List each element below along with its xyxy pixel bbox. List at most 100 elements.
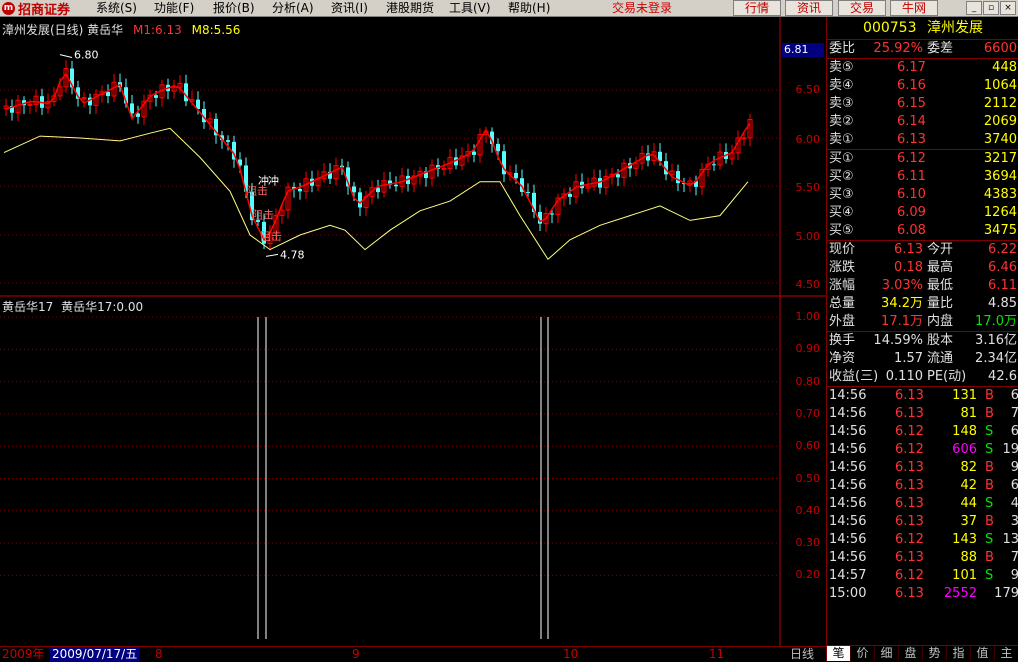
tick-time: 14:56	[829, 424, 867, 439]
candle-body	[676, 171, 680, 184]
tick-row: 14:56 6.13 88 B 7	[827, 549, 1018, 567]
weibi-value: 25.92%	[873, 41, 923, 56]
panel-tab-3[interactable]: 盘	[899, 646, 923, 661]
minimize-icon[interactable]: _	[966, 1, 982, 15]
tick-volume: 88	[960, 550, 977, 565]
bid-price: 6.10	[897, 187, 926, 202]
ma1-line	[5, 72, 751, 242]
tick-side: S	[985, 442, 994, 457]
menu-item-0[interactable]: 系统(S)	[96, 0, 137, 16]
toolbar-news-button[interactable]: 资讯	[785, 0, 833, 16]
tick-count: 7	[1010, 406, 1018, 421]
stat-value: 17.1万	[881, 314, 923, 329]
panel-tabs: 笔价细盘势指值主	[827, 645, 1018, 661]
toolbar-quote-button[interactable]: 行情	[733, 0, 781, 16]
tick-time: 14:56	[829, 460, 867, 475]
ask-price: 6.15	[897, 96, 926, 111]
fund-value-2: 2.34亿	[975, 351, 1017, 366]
fundamental-stats: 换手 14.59% 股本 3.16亿 净资 1.57 流通 2.34亿 收益(三) 0.110 PE…	[827, 332, 1018, 387]
stat-label-2: 内盘	[927, 314, 954, 329]
weibi-label: 委比	[829, 41, 856, 56]
candle-body	[358, 192, 362, 208]
main-ytick: 6.50	[795, 83, 821, 96]
chart-canvas[interactable]: 6.804.78冲 冲阻击阻击阻击	[0, 17, 826, 646]
menu-item-7[interactable]: 帮助(H)	[508, 0, 550, 16]
bid-row: 买④ 6.09 1264	[827, 204, 1018, 222]
chart-title: 漳州发展(日线) 黄岳华	[2, 23, 124, 37]
stock-name: 漳州发展	[926, 20, 983, 36]
candle-body	[106, 91, 110, 97]
date-axis-bar[interactable]: 2009年 2009/07/17/五 8 9 10 11 日线	[0, 646, 826, 662]
tick-side: B	[985, 478, 994, 493]
signal-annotation: 阻击	[260, 230, 282, 243]
tick-price: 6.13	[895, 388, 924, 403]
menu-item-5[interactable]: 港股期货	[386, 0, 434, 16]
ask-level-label: 卖③	[829, 96, 854, 111]
tick-count: 6	[1010, 388, 1018, 403]
stat-value-2: 6.46	[988, 260, 1017, 275]
low-price-label: 4.78	[280, 248, 305, 261]
candle-body	[741, 137, 747, 140]
fund-label-2: 股本	[927, 333, 954, 348]
bid-row: 买⑤ 6.08 3475	[827, 222, 1018, 240]
restore-icon[interactable]: ▫	[983, 1, 999, 15]
tick-side: S	[985, 532, 994, 547]
fund-label-2: 流通	[927, 351, 954, 366]
ask-volume: 1064	[983, 78, 1017, 93]
ask-level-label: 卖⑤	[829, 60, 854, 75]
menu-item-4[interactable]: 资讯(I)	[331, 0, 368, 16]
brand-name: 招商证券	[18, 2, 71, 18]
tick-side: B	[985, 388, 994, 403]
tick-count: 6	[1010, 478, 1018, 493]
tick-side: S	[985, 424, 994, 439]
tick-row: 14:56 6.12 143 S 13	[827, 531, 1018, 549]
panel-tab-6[interactable]: 值	[971, 646, 995, 661]
tick-list[interactable]: 14:56 6.13 131 B 6 14:56 6.13 81 B 7 14:56 6.12 148 S…	[827, 387, 1018, 603]
panel-tab-7[interactable]: 主	[995, 646, 1018, 661]
menu-item-1[interactable]: 功能(F)	[154, 0, 194, 16]
candle-body	[184, 83, 188, 102]
tick-time: 14:56	[829, 514, 867, 529]
axis-month-9: 9	[352, 647, 360, 661]
panel-tab-2[interactable]: 细	[875, 646, 899, 661]
kline-chart-area[interactable]: 6.80 4.78 冲冲阻击 阻击 阻击 漳州发展(日线) 黄岳华 M1:6.13 M8…	[0, 17, 826, 646]
weicha-value: 6600	[983, 41, 1017, 56]
tick-count: 7	[1010, 550, 1018, 565]
stat-value: 6.13	[894, 242, 923, 257]
candle-body	[352, 186, 356, 193]
tick-count: 6	[1010, 424, 1018, 439]
tick-volume: 148	[952, 424, 977, 439]
price-stats: 现价 6.13 今开 6.22 涨跌 0.18 最高 6.46 涨幅 3.03% 最低 6.11 总量 3…	[827, 241, 1018, 332]
panel-tab-1[interactable]: 价	[851, 646, 875, 661]
menu-item-6[interactable]: 工具(V)	[449, 0, 491, 16]
bid-price: 6.11	[897, 169, 926, 184]
tick-row: 15:00 6.13 2552 179	[827, 585, 1018, 603]
toolbar-niuwang-button[interactable]: 牛网	[890, 0, 938, 16]
period-tab-daily[interactable]: 日线	[790, 647, 814, 662]
bid-level-label: 买④	[829, 205, 854, 220]
bid-price: 6.08	[897, 223, 926, 238]
tick-side: S	[985, 496, 994, 511]
bid-price: 6.12	[897, 151, 926, 166]
panel-tab-4[interactable]: 势	[923, 646, 947, 661]
fund-label-2: PE(动)	[927, 369, 967, 384]
candle-body	[27, 103, 33, 106]
menu-item-2[interactable]: 报价(B)	[213, 0, 255, 16]
bid-row: 买① 6.12 3217	[827, 150, 1018, 168]
ask-row: 卖④ 6.16 1064	[827, 77, 1018, 95]
ask-volume: 2069	[983, 114, 1017, 129]
panel-tab-0[interactable]: 笔	[827, 646, 851, 661]
trade-login-status[interactable]: 交易未登录	[612, 0, 672, 16]
tick-volume: 42	[960, 478, 977, 493]
close-icon[interactable]: ×	[1000, 1, 1016, 15]
tick-price: 6.13	[895, 550, 924, 565]
bid-volume: 3475	[983, 223, 1017, 238]
menu-item-3[interactable]: 分析(A)	[272, 0, 314, 16]
tick-time: 14:56	[829, 442, 867, 457]
toolbar-trade-button[interactable]: 交易	[838, 0, 886, 16]
bid-book: 买① 6.12 3217 买② 6.11 3694 买③ 6.10 4383 买④ 6.09 1264…	[827, 150, 1018, 241]
panel-tab-5[interactable]: 指	[947, 646, 971, 661]
signal-annotation: 冲	[268, 174, 279, 188]
candle-body	[298, 188, 302, 192]
tick-row: 14:56 6.13 44 S 4	[827, 495, 1018, 513]
